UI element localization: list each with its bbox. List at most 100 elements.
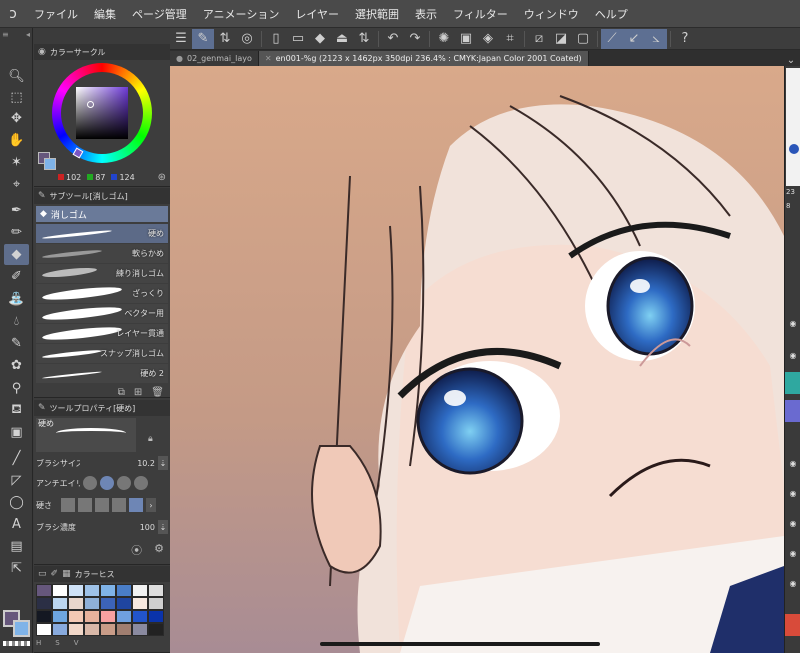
trash-icon[interactable]: 🗑︎: [151, 387, 164, 398]
zoom-tool-icon[interactable]: 🔍︎: [4, 66, 29, 87]
menu-edit[interactable]: 編集: [86, 6, 124, 22]
density-stepper-icon[interactable]: ⇣: [158, 520, 168, 534]
new-subtool-icon[interactable]: ⊞: [134, 387, 142, 398]
undo-icon[interactable]: ↶: [382, 29, 404, 49]
tab-document-2[interactable]: ✕ en001-%g (2123 x 1462px 350dpi 236.4% …: [258, 51, 589, 66]
target-icon[interactable]: ◎: [236, 29, 258, 49]
color-swatch[interactable]: [148, 597, 164, 610]
color-swatch[interactable]: [68, 610, 84, 623]
eye-icon[interactable]: ◉: [786, 516, 800, 530]
saturation-value-square[interactable]: [76, 87, 128, 139]
antialias-row[interactable]: アンチエイリ: [36, 474, 168, 492]
eye-icon[interactable]: ◉: [786, 348, 800, 362]
balloon-tool-icon[interactable]: ◯: [4, 492, 29, 513]
sv-marker[interactable]: [87, 101, 94, 108]
blend-tool-icon[interactable]: 💧︎: [4, 311, 29, 332]
color-swatch[interactable]: [36, 597, 52, 610]
color-swatch[interactable]: [84, 623, 100, 636]
move-tool-icon[interactable]: ✥: [4, 108, 29, 129]
grid-tab-icon[interactable]: ▦: [62, 569, 71, 579]
hardness-option[interactable]: [112, 498, 126, 512]
menu-layer[interactable]: レイヤー: [287, 6, 347, 22]
decoration-tool-icon[interactable]: ✎: [4, 333, 29, 354]
open-icon[interactable]: ▭: [287, 29, 309, 49]
close-icon[interactable]: ✕: [265, 54, 272, 63]
pen-tool-icon[interactable]: ✒: [4, 200, 29, 221]
color-swatch[interactable]: [116, 623, 132, 636]
collapse-icon[interactable]: ◂: [26, 30, 30, 44]
antialias-none-option[interactable]: [83, 476, 97, 490]
hardness-option[interactable]: [129, 498, 143, 512]
density-value[interactable]: 100: [140, 523, 155, 532]
hardness-option[interactable]: [61, 498, 75, 512]
brush-item[interactable]: ざっくり: [36, 284, 168, 303]
menu-icon[interactable]: ☰: [170, 29, 192, 49]
color-swatch[interactable]: [84, 610, 100, 623]
color-swatch[interactable]: [100, 584, 116, 597]
snap-icon-2[interactable]: ◪: [550, 29, 572, 49]
menu-animation[interactable]: アニメーション: [195, 6, 288, 22]
color-swatch[interactable]: [36, 610, 52, 623]
hardness-option[interactable]: [95, 498, 109, 512]
color-swatch[interactable]: [148, 584, 164, 597]
color-swatch[interactable]: [100, 610, 116, 623]
pencil-tab-icon[interactable]: ✐: [51, 569, 59, 579]
wheel-settings-icon[interactable]: ⊛: [158, 172, 166, 183]
brush-item[interactable]: 硬め: [36, 224, 168, 243]
panel-tool-icon[interactable]: ▤: [4, 536, 29, 557]
color-swatch[interactable]: [116, 584, 132, 597]
reset-icon[interactable]: ⦿: [131, 542, 142, 560]
hand-tool-icon[interactable]: ✋: [4, 130, 29, 151]
edit-icon[interactable]: ✎: [192, 28, 214, 49]
brush-size-row[interactable]: ブラシサイズ 10.2 ⇣: [36, 454, 168, 472]
sub-color-swatch[interactable]: [44, 158, 56, 170]
antialias-strong-option[interactable]: [134, 476, 148, 490]
loading-icon[interactable]: ✺: [433, 29, 455, 49]
lock-icon[interactable]: 🔒︎: [148, 434, 153, 444]
tool-color-swatches[interactable]: [2, 606, 32, 646]
eyedropper-tool-icon[interactable]: ⌖: [4, 174, 29, 195]
app-logo-icon[interactable]: ↄ: [0, 0, 26, 28]
ruler-icon-2[interactable]: ↙: [623, 28, 645, 49]
home-indicator[interactable]: [320, 642, 600, 646]
color-swatch[interactable]: [116, 597, 132, 610]
new-icon[interactable]: ▯: [265, 29, 287, 49]
menu-window[interactable]: ウィンドウ: [516, 6, 587, 22]
ruler-icon-3[interactable]: ⦣: [645, 28, 667, 49]
eye-icon[interactable]: ◉: [786, 316, 800, 330]
brush-item[interactable]: 硬め 2: [36, 364, 168, 383]
airbrush-tool-icon[interactable]: ⛲: [4, 289, 29, 310]
swap-icon[interactable]: ⇅: [214, 29, 236, 49]
color-swatch[interactable]: [52, 584, 68, 597]
density-row[interactable]: ブラシ濃度 100 ⇣: [36, 518, 168, 536]
menu-filter[interactable]: フィルター: [445, 6, 516, 22]
snap-icon-3[interactable]: ▢: [572, 29, 594, 49]
navigator-thumbnail[interactable]: [786, 68, 800, 186]
erase-icon[interactable]: ⏏: [331, 29, 353, 49]
eye-icon[interactable]: ◉: [786, 546, 800, 560]
fill-tool-icon[interactable]: ⛾: [4, 400, 29, 421]
autoselect-tool-icon[interactable]: ✶: [4, 152, 29, 173]
wrench-settings-icon[interactable]: ⚙: [154, 542, 164, 560]
hardness-row[interactable]: 硬さ ›: [36, 496, 168, 514]
eraser-tool-icon[interactable]: ◆: [4, 244, 29, 265]
color-swatch[interactable]: [132, 597, 148, 610]
close-icon[interactable]: ●: [176, 54, 183, 63]
color-swatch[interactable]: [52, 623, 68, 636]
color-swatch[interactable]: [52, 610, 68, 623]
color-swatch[interactable]: [68, 597, 84, 610]
fill-icon[interactable]: ◆: [309, 29, 331, 49]
chevron-down-icon[interactable]: ⌄: [782, 55, 800, 66]
transparent-swatch[interactable]: [3, 641, 30, 646]
dropper-tool-icon[interactable]: ⚲: [4, 378, 29, 399]
redo-icon[interactable]: ↷: [404, 29, 426, 49]
color-swatch[interactable]: [68, 584, 84, 597]
text-tool-icon[interactable]: A: [4, 514, 29, 535]
select-icon[interactable]: ⌗: [499, 29, 521, 49]
swap-small-icon[interactable]: ⇅: [353, 29, 375, 49]
sub-color-swatch[interactable]: [13, 620, 30, 637]
fill-area-icon[interactable]: ◈: [477, 29, 499, 49]
correct-line-tool-icon[interactable]: ⇱: [4, 558, 29, 579]
color-swatch[interactable]: [132, 623, 148, 636]
antialias-medium-option[interactable]: [117, 476, 131, 490]
